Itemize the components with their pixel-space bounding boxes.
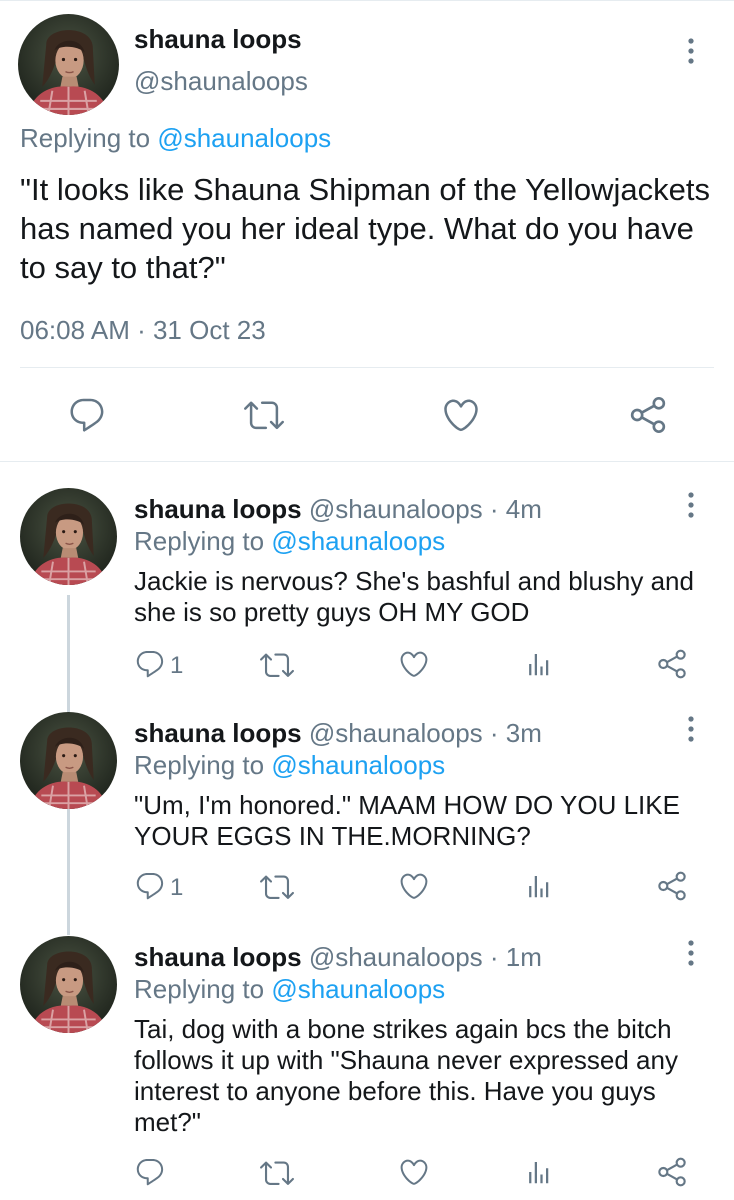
replying-to: Replying to @shaunaloops	[134, 750, 445, 781]
replying-to-link[interactable]: @shaunaloops	[271, 750, 445, 780]
retweet-icon[interactable]	[244, 395, 284, 435]
reply-header: shauna loops @shaunaloops · 4m	[134, 494, 542, 525]
like-icon[interactable]	[441, 395, 481, 435]
replying-to-link[interactable]: @shaunaloops	[271, 974, 445, 1004]
reply-tweet[interactable]: shauna loops @shaunaloops · 1m Replying …	[0, 936, 734, 1196]
share-icon[interactable]	[628, 395, 668, 435]
reply-icon[interactable]	[67, 395, 107, 435]
reply-age: · 1m	[489, 942, 542, 972]
avatar[interactable]	[20, 936, 117, 1033]
tweet-timestamp[interactable]: 06:08 AM · 31 Oct 23	[20, 315, 266, 346]
avatar[interactable]	[20, 488, 117, 585]
retweet-icon[interactable]	[260, 648, 294, 684]
reply-age: · 3m	[489, 718, 542, 748]
replying-to-link[interactable]: @shaunaloops	[157, 123, 331, 153]
author-handle[interactable]: @shaunaloops	[309, 494, 483, 524]
author-name[interactable]: shauna loops	[134, 494, 302, 524]
share-icon[interactable]	[656, 1156, 688, 1192]
like-icon[interactable]	[398, 648, 430, 684]
author-handle[interactable]: @shaunaloops	[309, 718, 483, 748]
author-name[interactable]: shauna loops	[134, 24, 302, 55]
more-icon[interactable]	[676, 938, 706, 968]
replying-prefix: Replying to	[134, 974, 265, 1004]
more-icon[interactable]	[676, 36, 706, 66]
more-icon[interactable]	[676, 714, 706, 744]
main-tweet: shauna loops @shaunaloops Replying to @s…	[0, 0, 734, 462]
like-icon[interactable]	[398, 1156, 430, 1192]
reply-icon[interactable]	[134, 1156, 166, 1192]
reply-tweet[interactable]: shauna loops @shaunaloops · 3m Replying …	[0, 712, 734, 912]
reply-icon[interactable]	[134, 870, 166, 906]
divider	[0, 461, 734, 462]
reply-count: 1	[170, 874, 184, 901]
replying-to: Replying to @shaunaloops	[134, 526, 445, 557]
analytics-icon[interactable]	[524, 648, 554, 684]
reply-icon[interactable]	[134, 648, 166, 684]
tweet-text: "It looks like Shauna Shipman of the Yel…	[20, 172, 710, 285]
divider	[20, 367, 714, 368]
analytics-icon[interactable]	[524, 870, 554, 906]
replying-to: Replying to @shaunaloops	[134, 974, 445, 1005]
reply-text: Tai, dog with a bone strikes again bcs t…	[134, 1014, 678, 1137]
author-name[interactable]: shauna loops	[134, 942, 302, 972]
reply-text: "Um, I'm honored." MAAM HOW DO YOU LIKE …	[134, 790, 680, 851]
replying-prefix: Replying to	[20, 123, 151, 153]
share-icon[interactable]	[656, 870, 688, 906]
replying-to-link[interactable]: @shaunaloops	[271, 526, 445, 556]
like-icon[interactable]	[398, 870, 430, 906]
reply-header: shauna loops @shaunaloops · 1m	[134, 942, 542, 973]
replying-prefix: Replying to	[134, 526, 265, 556]
author-name[interactable]: shauna loops	[134, 718, 302, 748]
retweet-icon[interactable]	[260, 1156, 294, 1192]
analytics-icon[interactable]	[524, 1156, 554, 1192]
reply-age: · 4m	[489, 494, 542, 524]
reply-count: 1	[170, 652, 184, 679]
reply-header: shauna loops @shaunaloops · 3m	[134, 718, 542, 749]
retweet-icon[interactable]	[260, 870, 294, 906]
replying-prefix: Replying to	[134, 750, 265, 780]
avatar[interactable]	[18, 14, 119, 115]
reply-tweet[interactable]: shauna loops @shaunaloops · 4m Replying …	[0, 488, 734, 688]
reply-text: Jackie is nervous? She's bashful and blu…	[134, 566, 694, 627]
author-handle[interactable]: @shaunaloops	[309, 942, 483, 972]
author-handle[interactable]: @shaunaloops	[134, 66, 308, 97]
avatar[interactable]	[20, 712, 117, 809]
replying-to: Replying to @shaunaloops	[20, 123, 331, 154]
more-icon[interactable]	[676, 490, 706, 520]
share-icon[interactable]	[656, 648, 688, 684]
